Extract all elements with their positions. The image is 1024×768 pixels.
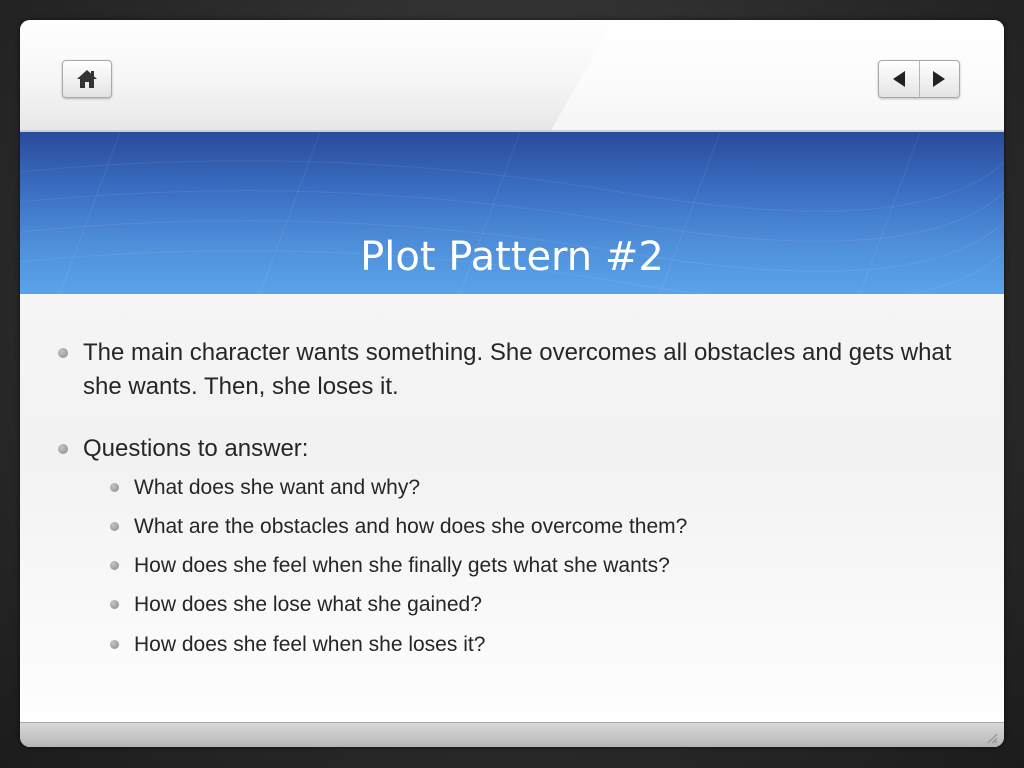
home-icon	[77, 70, 97, 88]
bullet-dot	[58, 444, 68, 454]
bullet-dot	[110, 561, 119, 570]
sub-bullet-item: How does she feel when she finally gets …	[110, 551, 970, 581]
sub-bullet-text: How does she feel when she finally gets …	[134, 554, 670, 577]
bullet-item: Questions to answer:	[58, 432, 958, 466]
bullet-dot	[110, 522, 119, 531]
bullet-dot	[58, 348, 68, 358]
sub-bullet-text: How does she lose what she gained?	[134, 593, 482, 616]
top-toolbar	[20, 20, 1004, 180]
bottom-bar	[20, 722, 1004, 747]
sub-bullet-text: What does she want and why?	[134, 476, 421, 499]
bullet-text: The main character wants something. She …	[83, 339, 952, 400]
triangle-left-icon	[892, 71, 905, 87]
previous-slide-button[interactable]	[879, 61, 919, 97]
sub-bullet-text: How does she feel when she loses it?	[134, 633, 486, 656]
slide: Plot Pattern #2 The main character wants…	[20, 20, 1004, 747]
bullet-item: The main character wants something. She …	[58, 336, 958, 404]
triangle-right-icon	[933, 71, 946, 87]
home-button[interactable]	[62, 60, 112, 98]
next-slide-button[interactable]	[919, 61, 959, 97]
sub-bullet-text: What are the obstacles and how does she …	[134, 515, 688, 538]
slide-body: The main character wants something. She …	[20, 294, 1004, 722]
sub-bullet-item: How does she feel when she loses it?	[110, 630, 970, 660]
bullet-text: Questions to answer:	[83, 435, 309, 462]
bullet-dot	[110, 600, 119, 609]
sub-bullet-item: How does she lose what she gained?	[110, 590, 970, 620]
bullet-dot	[110, 483, 119, 492]
navigation-buttons	[878, 60, 960, 98]
title-banner: Plot Pattern #2	[20, 132, 1004, 294]
sub-bullet-item: What are the obstacles and how does she …	[110, 512, 970, 542]
resize-grip-icon[interactable]	[986, 732, 998, 744]
bullet-dot	[110, 640, 119, 649]
slide-title: Plot Pattern #2	[360, 234, 664, 280]
sub-bullet-item: What does she want and why?	[110, 473, 970, 503]
